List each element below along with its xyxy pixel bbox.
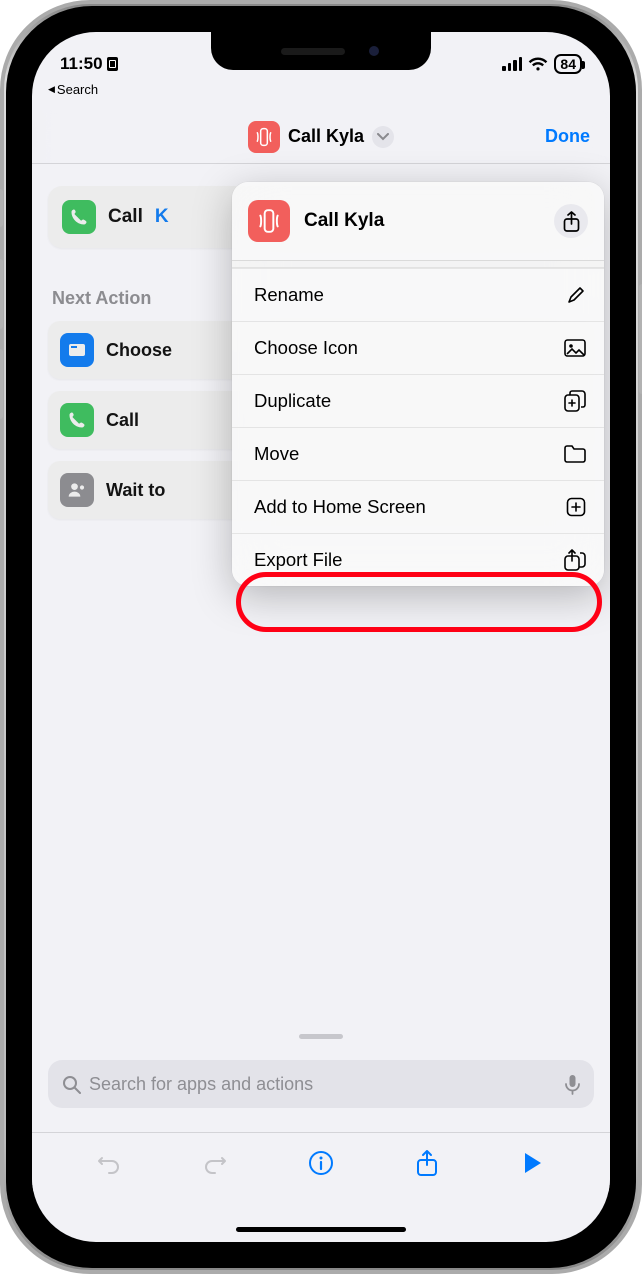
editor-toolbar (32, 1132, 610, 1192)
image-icon (564, 339, 586, 357)
shortcut-icon (248, 200, 290, 242)
duplicate-icon (564, 390, 586, 412)
add-home-icon (566, 497, 586, 517)
menu-item-label: Duplicate (254, 390, 331, 412)
person-icon (60, 473, 94, 507)
suggestion-label: Choose (106, 340, 172, 361)
sheet-grabber[interactable] (299, 1034, 343, 1039)
back-to-search[interactable]: Search (48, 82, 98, 97)
nav-bar: Call Kyla Done (32, 110, 610, 164)
phone-icon (60, 403, 94, 437)
menu-item-export-file[interactable]: Export File (232, 533, 604, 586)
menu-item-move[interactable]: Move (232, 427, 604, 480)
menu-title: Call Kyla (304, 210, 554, 232)
action-search-field[interactable]: Search for apps and actions (48, 1060, 594, 1108)
phone-icon (62, 200, 96, 234)
run-button[interactable] (511, 1141, 555, 1185)
cellular-icon (502, 57, 522, 71)
menu-item-rename[interactable]: Rename (232, 268, 604, 321)
battery-icon: 84 (554, 54, 582, 74)
menu-header: Call Kyla (232, 182, 604, 260)
menu-item-add-to-home-screen[interactable]: Add to Home Screen (232, 480, 604, 533)
shortcut-title-button[interactable]: Call Kyla (248, 121, 394, 153)
shortcut-context-menu: Call Kyla Rename Choose Icon Duplicate M… (232, 182, 604, 586)
pencil-icon (566, 285, 586, 305)
search-placeholder: Search for apps and actions (89, 1074, 313, 1095)
device-notch (211, 32, 431, 70)
shortcut-icon (248, 121, 280, 153)
sim-icon (107, 57, 118, 71)
menu-item-duplicate[interactable]: Duplicate (232, 374, 604, 427)
menu-item-label: Rename (254, 284, 324, 306)
suggestion-label: Wait to (106, 480, 165, 501)
action-verb: Call (108, 206, 143, 228)
list-icon (60, 333, 94, 367)
search-icon (62, 1075, 81, 1094)
done-button[interactable]: Done (545, 126, 590, 147)
undo-button[interactable] (87, 1141, 131, 1185)
share-button[interactable] (405, 1141, 449, 1185)
export-icon (564, 549, 586, 571)
shortcut-name: Call Kyla (288, 126, 364, 147)
menu-item-label: Move (254, 443, 299, 465)
chevron-down-icon (372, 126, 394, 148)
home-indicator[interactable] (236, 1227, 406, 1232)
mic-icon[interactable] (565, 1074, 580, 1095)
menu-item-label: Add to Home Screen (254, 496, 426, 518)
wifi-icon (528, 57, 548, 72)
suggestion-label: Call (106, 410, 139, 431)
folder-icon (564, 445, 586, 463)
shortcuts-editor-screen: 11:50 84 Search Call Kyla Done (32, 32, 610, 1242)
menu-item-choose-icon[interactable]: Choose Icon (232, 321, 604, 374)
share-button[interactable] (554, 204, 588, 238)
menu-item-label: Choose Icon (254, 337, 358, 359)
redo-button[interactable] (193, 1141, 237, 1185)
info-button[interactable] (299, 1141, 343, 1185)
action-param: K (155, 206, 169, 228)
menu-item-label: Export File (254, 549, 342, 571)
status-time: 11:50 (60, 54, 103, 74)
